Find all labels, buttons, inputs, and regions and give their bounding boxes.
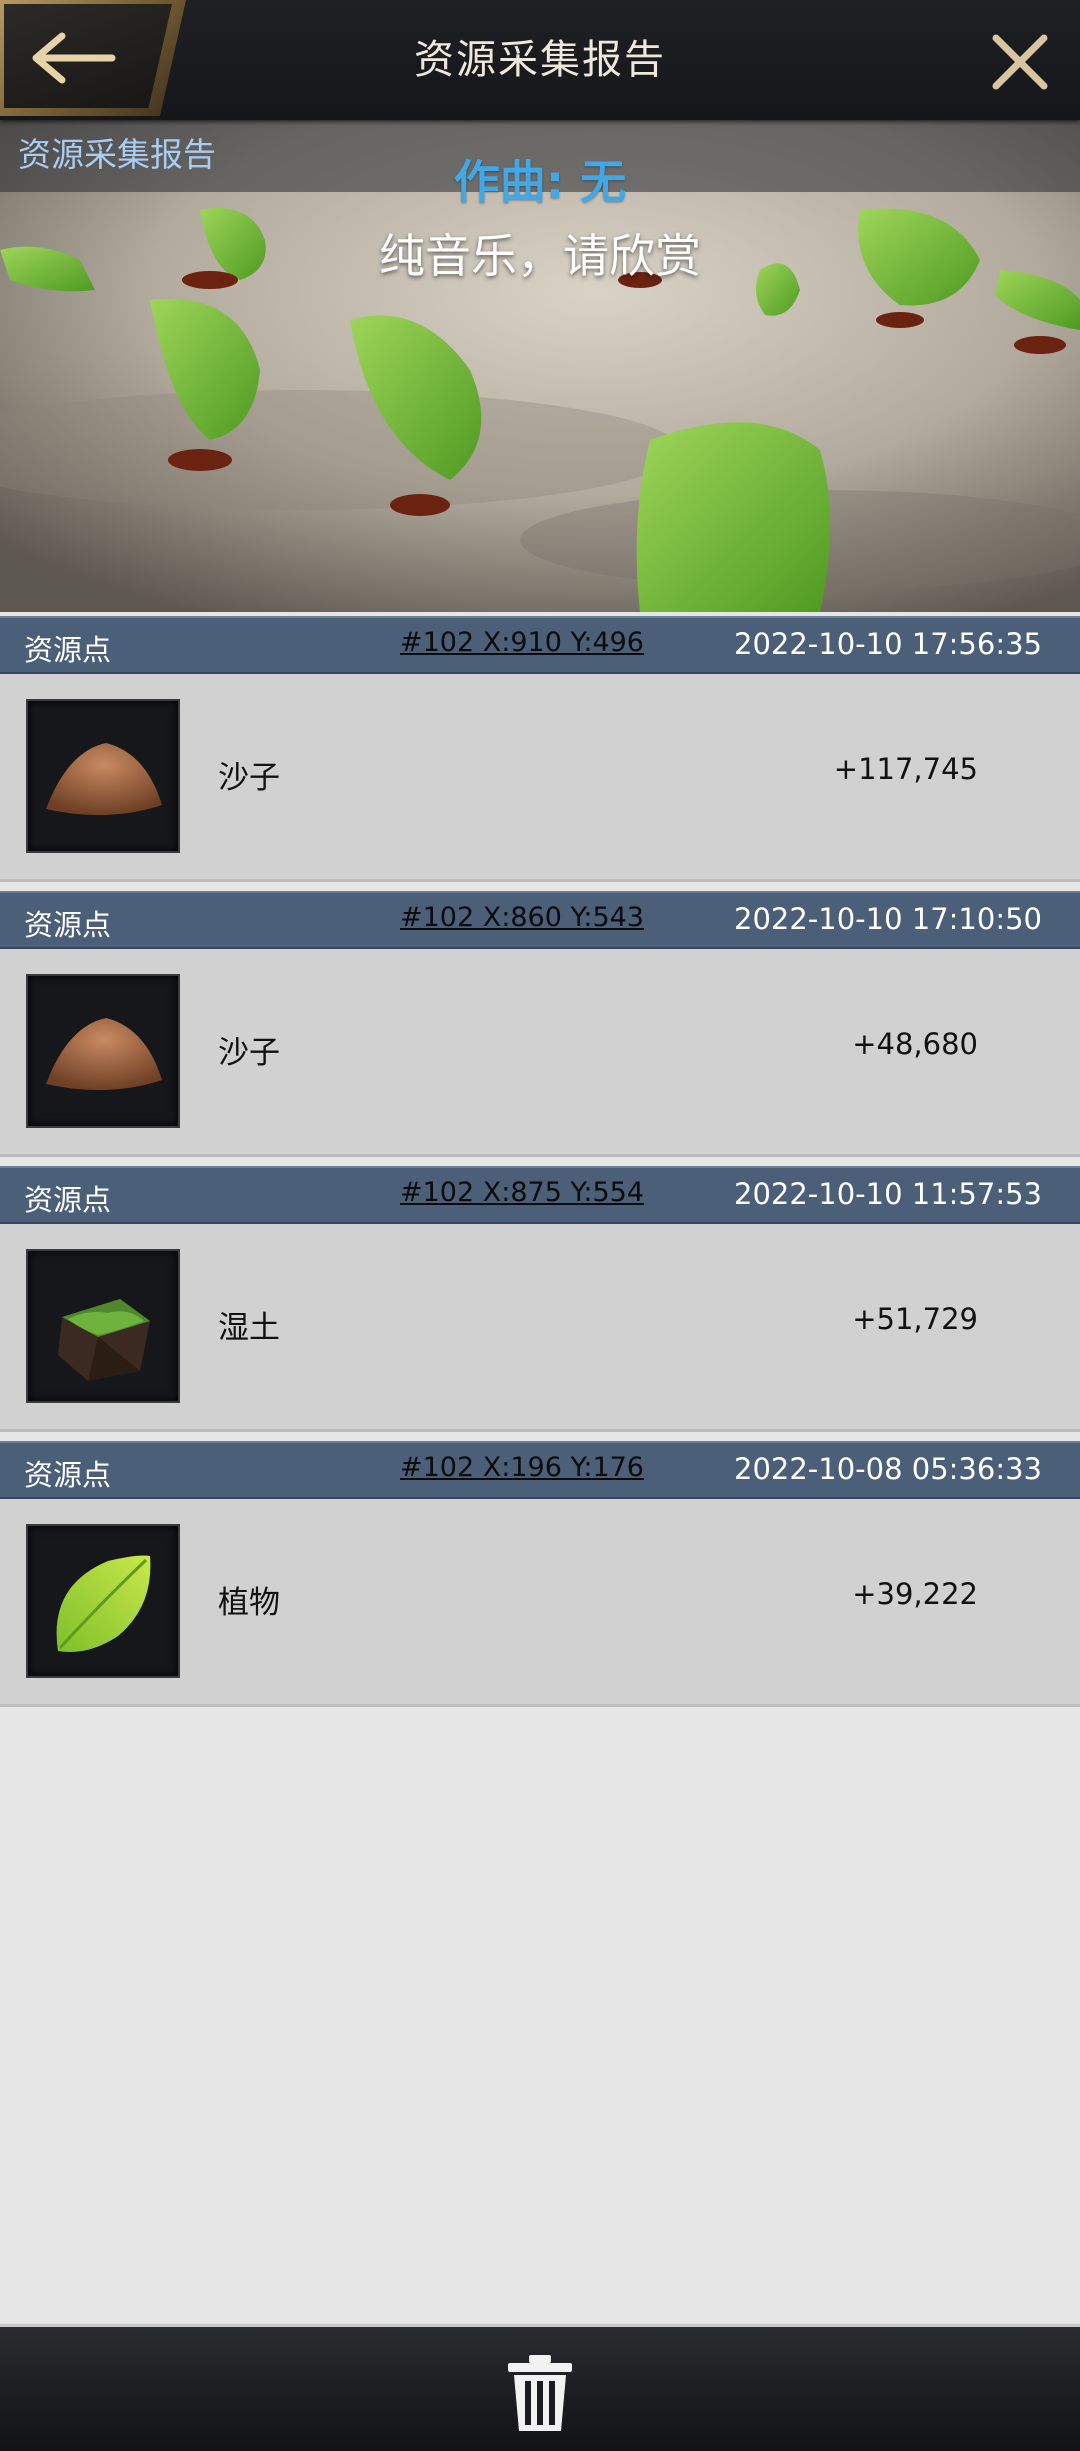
coordinate-link[interactable]: #102 X:910 Y:496 [400, 627, 644, 658]
coordinate-link[interactable]: #102 X:196 Y:176 [400, 1452, 644, 1483]
report-record: 资源点 #102 X:875 Y:554 2022-10-10 11:57:53… [0, 1162, 1080, 1437]
resource-icon-frame [26, 1524, 180, 1678]
resource-amount: +117,745 [833, 752, 978, 786]
resource-name: 湿土 [218, 1310, 280, 1346]
record-type: 资源点 [24, 908, 112, 942]
record-timestamp: 2022-10-10 17:56:35 [734, 627, 1042, 661]
composer-text: 作曲: 无 [453, 155, 627, 209]
record-body: 沙子 +117,745 [0, 674, 1080, 882]
resource-name: 植物 [218, 1585, 280, 1621]
lyric-text: 纯音乐，请欣赏 [379, 229, 701, 283]
delete-button[interactable] [505, 2353, 575, 2437]
resource-icon-frame [26, 974, 180, 1128]
wet-soil-icon [58, 1299, 150, 1381]
record-timestamp: 2022-10-08 05:36:33 [734, 1452, 1042, 1486]
report-record: 资源点 #102 X:196 Y:176 2022-10-08 05:36:33… [0, 1437, 1080, 1712]
resource-amount: +39,222 [852, 1577, 978, 1611]
resource-name: 沙子 [218, 760, 280, 796]
report-record: 资源点 #102 X:910 Y:496 2022-10-10 17:56:35… [0, 612, 1080, 887]
record-type: 资源点 [24, 1183, 112, 1217]
record-timestamp: 2022-10-10 11:57:53 [734, 1177, 1042, 1211]
record-type: 资源点 [24, 633, 112, 667]
record-body: 沙子 +48,680 [0, 949, 1080, 1157]
record-header: 资源点 #102 X:875 Y:554 2022-10-10 11:57:53 [0, 1166, 1080, 1224]
resource-amount: +48,680 [852, 1027, 978, 1061]
record-header: 资源点 #102 X:196 Y:176 2022-10-08 05:36:33 [0, 1441, 1080, 1499]
top-bar: 资源采集报告 [0, 0, 1080, 120]
bottom-bar [0, 2324, 1080, 2451]
record-header: 资源点 #102 X:910 Y:496 2022-10-10 17:56:35 [0, 616, 1080, 674]
sand-pile-icon [46, 1018, 162, 1091]
resource-amount: +51,729 [852, 1302, 978, 1336]
record-header: 资源点 #102 X:860 Y:543 2022-10-10 17:10:50 [0, 891, 1080, 949]
leaf-icon [56, 1555, 151, 1652]
report-list: 资源点 #102 X:910 Y:496 2022-10-10 17:56:35… [0, 612, 1080, 1712]
close-icon [992, 34, 1048, 90]
close-button[interactable] [988, 30, 1052, 94]
resource-icon-frame [26, 699, 180, 853]
coordinate-link[interactable]: #102 X:860 Y:543 [400, 902, 644, 933]
resource-icon-frame [26, 1249, 180, 1403]
record-timestamp: 2022-10-10 17:10:50 [734, 902, 1042, 936]
record-body: 湿土 +51,729 [0, 1224, 1080, 1432]
record-body: 植物 +39,222 [0, 1499, 1080, 1707]
banner: 资源采集报告 作曲: 无 纯音乐，请欣赏 [0, 120, 1080, 612]
sand-pile-icon [46, 743, 162, 816]
trash-icon [508, 2355, 572, 2431]
coordinate-link[interactable]: #102 X:875 Y:554 [400, 1177, 644, 1208]
page-title: 资源采集报告 [414, 37, 666, 83]
record-type: 资源点 [24, 1458, 112, 1492]
report-record: 资源点 #102 X:860 Y:543 2022-10-10 17:10:50… [0, 887, 1080, 1162]
resource-name: 沙子 [218, 1035, 280, 1071]
